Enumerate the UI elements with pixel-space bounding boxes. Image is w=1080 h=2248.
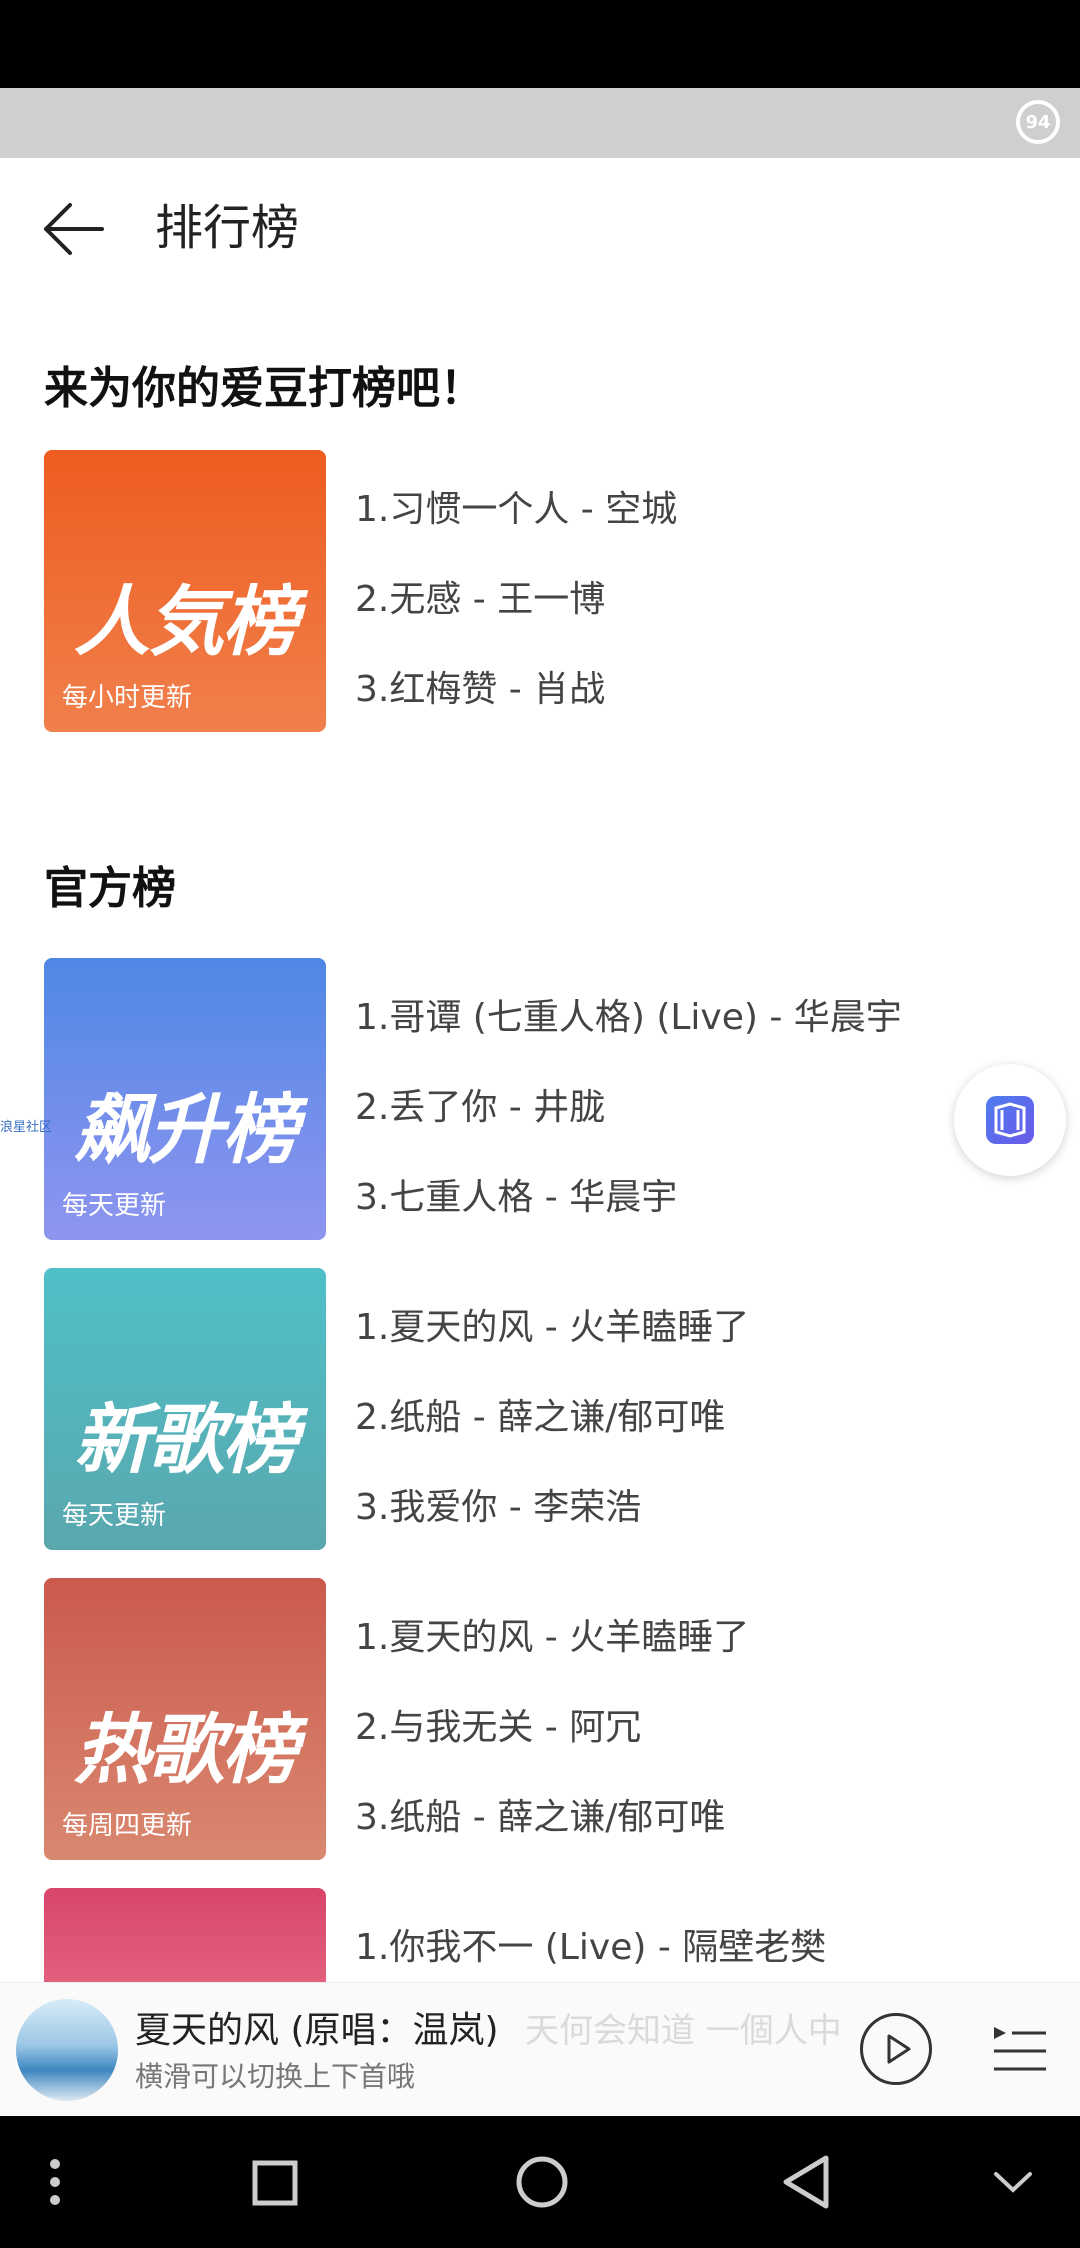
chart-song[interactable]: 3.我爱你 - 李荣浩	[355, 1478, 641, 1530]
chart-logo: 人気榜	[74, 577, 298, 666]
playlist-icon	[994, 2027, 1046, 2071]
chart-song[interactable]: 2.无感 - 王一博	[355, 570, 605, 622]
chart-song[interactable]: 2.丢了你 - 井胧	[355, 1078, 605, 1130]
mini-player[interactable]: 天何会知道 一個人中 夏天的风 (原唱：温岚) 横滑可以切换上下首哦	[0, 1982, 1080, 2116]
chart-song[interactable]: 1.哥谭 (七重人格) (Live) - 华晨宇	[355, 988, 902, 1040]
section-title-official: 官方榜	[44, 863, 176, 914]
album-art[interactable]	[16, 1999, 118, 2101]
chart-cover-partial[interactable]	[44, 1888, 326, 1982]
section-title-fan: 来为你的爱豆打榜吧！	[44, 363, 484, 414]
triangle-back-icon	[783, 2155, 829, 2209]
back-button[interactable]	[40, 198, 110, 260]
chart-logo: 新歌榜	[74, 1395, 298, 1484]
chart-cover-new[interactable]: 新歌榜 每天更新	[44, 1268, 326, 1550]
back-nav-button[interactable]	[778, 2152, 834, 2216]
chart-cover-rising[interactable]: 飙升榜 每天更新	[44, 958, 326, 1240]
status-bar	[0, 0, 1080, 88]
chevron-down-icon	[994, 2172, 1032, 2193]
play-button[interactable]	[860, 2013, 932, 2085]
system-nav-bar	[0, 2116, 1080, 2248]
collapse-button[interactable]	[990, 2152, 1036, 2216]
playlist-button[interactable]	[990, 2021, 1048, 2077]
now-playing-title: 夏天的风 (原唱：温岚)	[135, 2010, 499, 2051]
more-vertical-icon	[50, 2159, 60, 2205]
update-frequency: 每天更新	[62, 1501, 167, 1531]
notification-strip	[0, 88, 1080, 158]
update-frequency: 每小时更新	[62, 683, 193, 713]
chart-song[interactable]: 1.习惯一个人 - 空城	[355, 480, 677, 532]
square-icon	[252, 2160, 298, 2206]
back-arrow-icon	[44, 203, 104, 255]
circle-icon	[516, 2156, 568, 2208]
chart-song[interactable]: 1.夏天的风 - 火羊瞌睡了	[355, 1608, 749, 1660]
floating-button[interactable]	[954, 1064, 1066, 1176]
recents-button[interactable]	[250, 2152, 302, 2216]
chart-cover-hot[interactable]: 热歌榜 每周四更新	[44, 1578, 326, 1860]
update-frequency: 每天更新	[62, 1191, 167, 1221]
menu-dots-button[interactable]	[40, 2152, 70, 2216]
chart-song[interactable]: 3.红梅赞 - 肖战	[355, 660, 605, 712]
cube-icon	[986, 1096, 1034, 1144]
page-title: 排行榜	[155, 200, 300, 256]
status-badge: 94	[1016, 100, 1060, 144]
chart-song[interactable]: 2.与我无关 - 阿冗	[355, 1698, 641, 1750]
chart-song[interactable]: 3.七重人格 - 华晨宇	[355, 1168, 677, 1220]
chart-song[interactable]: 1.夏天的风 - 火羊瞌睡了	[355, 1298, 749, 1350]
chart-logo: 热歌榜	[74, 1705, 298, 1794]
home-button[interactable]	[512, 2152, 572, 2216]
chart-logo: 飙升榜	[74, 1085, 298, 1174]
lyric-ghost-text: 天何会知道 一個人中	[525, 2011, 842, 2051]
chart-cover-popular[interactable]: 人気榜 每小时更新	[44, 450, 326, 732]
play-icon	[887, 2034, 911, 2064]
chart-song[interactable]: 3.纸船 - 薛之谦/郁可唯	[355, 1788, 725, 1840]
page-header: 排行榜	[0, 158, 1080, 298]
chart-song[interactable]: 1.你我不一 (Live) - 隔壁老樊	[355, 1918, 826, 1970]
update-frequency: 每周四更新	[62, 1811, 193, 1841]
swipe-hint: 横滑可以切换上下首哦	[135, 2060, 416, 2093]
chart-song[interactable]: 2.纸船 - 薛之谦/郁可唯	[355, 1388, 725, 1440]
side-link[interactable]: 浪星社区	[0, 1116, 52, 1135]
